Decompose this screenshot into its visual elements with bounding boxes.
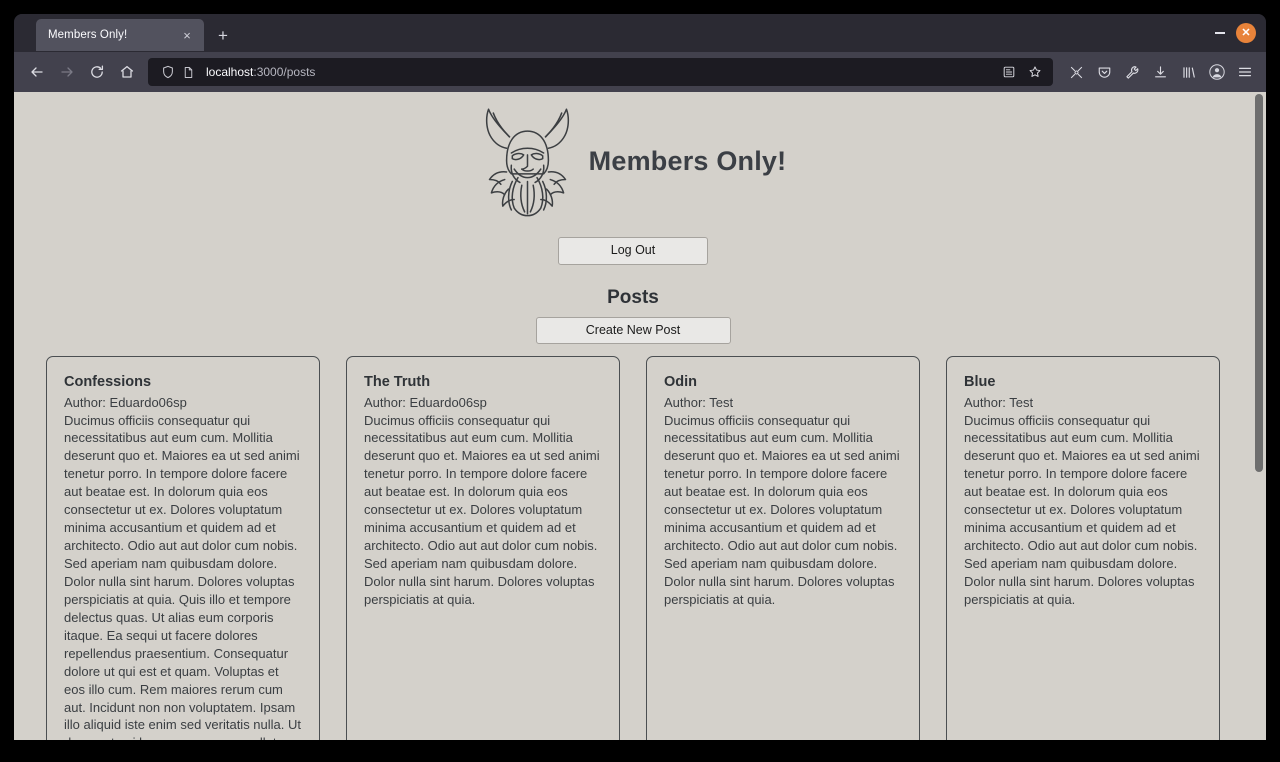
scrollbar-thumb[interactable] [1255, 94, 1263, 472]
log-out-button[interactable]: Log Out [558, 237, 708, 265]
minimize-icon [1215, 32, 1225, 34]
odin-viking-head-logo [485, 108, 569, 217]
post-title: Confessions [64, 374, 152, 390]
forward-arrow-icon [61, 67, 73, 77]
post-author: Author: Eduardo06sp [364, 394, 487, 410]
site-header: Members Only! [14, 100, 1252, 219]
library-icon[interactable] [1175, 58, 1202, 86]
tab-title: Members Only! [48, 29, 128, 41]
post-body: Ducimus officiis consequatur qui necessi… [664, 412, 900, 607]
post-title: The Truth [364, 374, 431, 390]
extension-puzzle-icon[interactable] [1063, 58, 1090, 86]
browser-tab[interactable]: Members Only! × [36, 19, 204, 51]
post-author: Author: Test [964, 394, 1034, 410]
toolbar-right [1063, 58, 1258, 86]
window-minimize-button[interactable] [1206, 19, 1234, 47]
url-bar-actions [997, 60, 1047, 84]
back-arrow-icon [31, 67, 43, 77]
post-title: Blue [964, 374, 996, 390]
posts-heading: Posts [607, 286, 659, 308]
post-body: Ducimus officiis consequatur qui necessi… [964, 412, 1200, 607]
page-scrollbar[interactable] [1252, 92, 1266, 740]
window-close-button[interactable]: ✕ [1236, 23, 1256, 43]
home-button[interactable] [112, 58, 142, 86]
account-icon[interactable] [1203, 58, 1230, 86]
home-icon [120, 65, 134, 78]
app-menu-icon[interactable] [1231, 58, 1258, 86]
page-viewport: Members Only! Log Out Posts Create New P… [14, 92, 1266, 740]
posts-grid: Confessions Author: Eduardo06sp Ducimus … [14, 344, 1252, 740]
new-tab-button[interactable]: + [209, 21, 237, 49]
post-card: The Truth Author: Eduardo06sp Ducimus of… [346, 356, 620, 740]
pocket-save-icon[interactable] [1091, 58, 1118, 86]
page-info-icon[interactable] [178, 62, 198, 82]
create-new-post-button[interactable]: Create New Post [535, 316, 731, 344]
post-author: Author: Test [664, 394, 734, 410]
page-content: Members Only! Log Out Posts Create New P… [14, 92, 1252, 740]
url-text[interactable]: localhost:3000/posts [206, 65, 997, 79]
page-title: Members Only! [588, 146, 787, 176]
tab-close-icon[interactable]: × [178, 26, 196, 44]
url-bar[interactable]: localhost:3000/posts [148, 58, 1053, 86]
reload-icon [91, 65, 104, 78]
url-host: localhost [206, 65, 254, 79]
downloads-icon[interactable] [1147, 58, 1174, 86]
reload-button[interactable] [82, 58, 112, 86]
forward-button[interactable] [52, 58, 82, 86]
browser-window: Members Only! × + ✕ localhost:3000/posts… [14, 14, 1266, 740]
shield-icon[interactable] [158, 62, 178, 82]
post-card: Blue Author: Test Ducimus officiis conse… [946, 356, 1220, 740]
account-avatar [1208, 64, 1225, 80]
post-card: Confessions Author: Eduardo06sp Ducimus … [46, 356, 320, 740]
url-path: :3000/posts [253, 65, 316, 79]
post-title: Odin [664, 374, 698, 390]
logout-row: Log Out [14, 237, 1252, 265]
devtools-wrench-icon[interactable] [1119, 58, 1146, 86]
post-body: Ducimus officiis consequatur qui necessi… [64, 412, 301, 741]
bookmark-star-icon[interactable] [1023, 60, 1047, 84]
post-card: Odin Author: Test Ducimus officiis conse… [646, 356, 920, 740]
create-post-row: Create New Post [14, 316, 1252, 344]
back-button[interactable] [22, 58, 52, 86]
post-body: Ducimus officiis consequatur qui necessi… [364, 412, 600, 607]
navigation-toolbar: localhost:3000/posts [14, 52, 1266, 92]
tab-strip: Members Only! × + ✕ [14, 14, 1266, 52]
reader-mode-icon[interactable] [997, 60, 1021, 84]
window-controls: ✕ [1206, 14, 1262, 52]
post-author: Author: Eduardo06sp [64, 394, 187, 410]
